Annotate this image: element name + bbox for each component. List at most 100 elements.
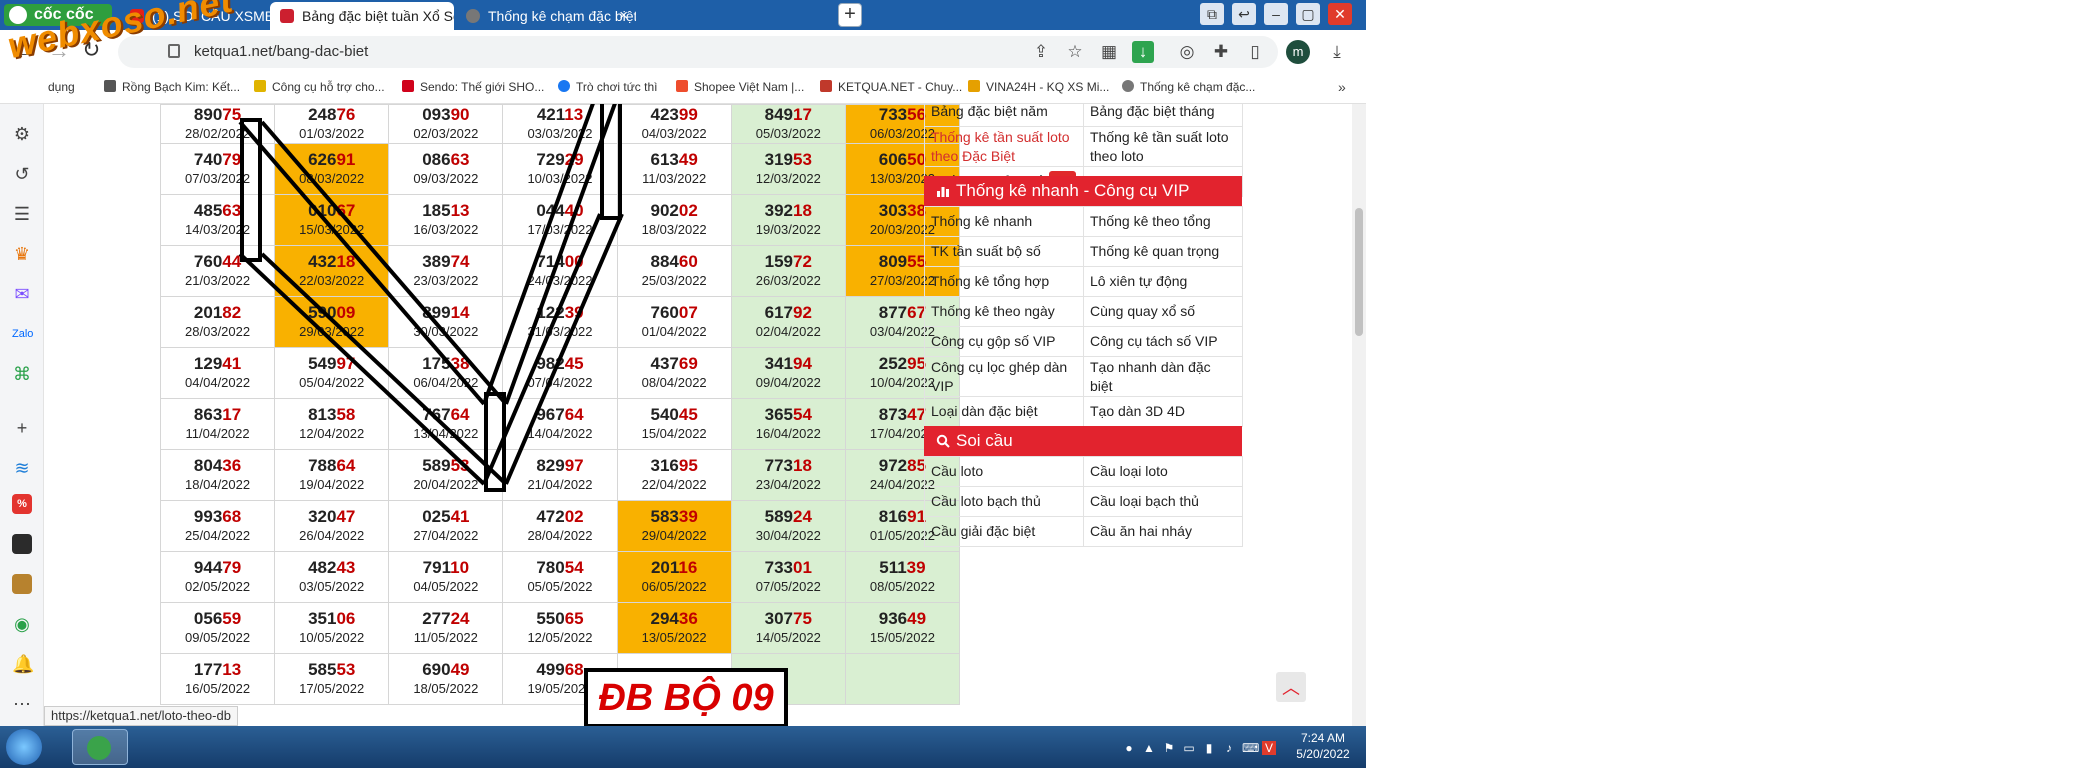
download-green-icon[interactable]: ↓	[1132, 41, 1154, 63]
menu-link[interactable]: Công cụ gộp số VIP	[924, 326, 1084, 357]
sidebar-toggle-icon[interactable]: ▯	[1244, 41, 1266, 63]
coccoc-icon	[87, 736, 111, 760]
url-text[interactable]: ketqua1.net/bang-dac-biet	[194, 43, 368, 60]
taskbar-browser-app[interactable]	[72, 729, 128, 765]
zalo-icon[interactable]: Zalo	[12, 324, 33, 344]
bookmark-item[interactable]: Shopee Việt Nam |...	[676, 80, 804, 94]
overlay-line	[238, 252, 486, 486]
bookmark-favicon-icon	[820, 80, 832, 92]
history-icon[interactable]: ↺	[12, 164, 32, 184]
bookmark-favicon-icon	[676, 80, 688, 92]
messenger-icon[interactable]: ✉	[12, 284, 32, 304]
extension-app-icon[interactable]: ◉	[12, 614, 32, 634]
tab-thong-ke-cham[interactable]: Thống kê chạm đặc biệt ngày ×	[456, 2, 636, 30]
apple-app-icon[interactable]	[12, 534, 32, 554]
menu-link[interactable]: Công cụ lọc ghép dàn VIP	[924, 356, 1084, 397]
notification-bell-icon[interactable]: 🔔	[12, 654, 34, 674]
share-icon[interactable]: ⇪	[1030, 41, 1052, 63]
tray-volume-icon[interactable]: ♪	[1222, 741, 1236, 755]
menu-link[interactable]: Cầu ăn hai nháy	[1083, 516, 1243, 547]
menu-link[interactable]: Công cụ tách số VIP	[1083, 326, 1243, 357]
start-button[interactable]	[6, 729, 42, 765]
menu-link[interactable]: Thống kê quan trọng	[1083, 236, 1243, 267]
game-icon[interactable]: ⌘	[12, 364, 32, 384]
new-tab-button[interactable]: +	[838, 3, 862, 27]
bookmark-star-icon[interactable]: ☆	[1064, 41, 1086, 63]
bar-chart-icon	[937, 187, 949, 197]
menu-link[interactable]: Thống kê theo tổng	[1083, 206, 1243, 237]
more-icon[interactable]: ⋯	[12, 694, 32, 714]
close-window-button[interactable]: ✕	[1328, 3, 1352, 25]
menu-row: Thống kê theo ngày Cùng quay xổ số	[924, 296, 1243, 327]
tab-search-icon[interactable]: ⧉	[1200, 3, 1224, 25]
scroll-to-top-button[interactable]: ︿	[1276, 672, 1306, 702]
menu-link[interactable]: Cùng quay xổ số	[1083, 296, 1243, 327]
avatar[interactable]: m	[1286, 40, 1310, 64]
section-title: Thống kê nhanh - Công cụ VIP	[956, 181, 1190, 200]
menu-link[interactable]: TK tần suất bộ số	[924, 236, 1084, 267]
menu-row: Thống kê nhanh Thống kê theo tổng	[924, 206, 1243, 237]
tray-app-icon[interactable]: ●	[1122, 741, 1136, 755]
chrome-icon[interactable]: ◎	[1176, 41, 1198, 63]
game-app-icon[interactable]	[12, 574, 32, 594]
menu-link[interactable]: Tạo nhanh dàn đặc biệt	[1083, 356, 1243, 397]
menu-link[interactable]: Tạo dàn 3D 4D	[1083, 396, 1243, 427]
bookmark-item[interactable]: Sendo: Thế giới SHO...	[402, 80, 544, 94]
bookmark-item[interactable]: dụng	[48, 80, 75, 94]
tray-chevron-icon[interactable]: ▲	[1142, 741, 1156, 755]
menu-link[interactable]: Lô xiên tự động	[1083, 266, 1243, 297]
menu-row: Thống kê tổng hợp Lô xiên tự động	[924, 266, 1243, 297]
bookmark-item[interactable]: Công cụ hỗ trợ cho...	[254, 80, 385, 94]
tray-network-icon[interactable]: ▮	[1202, 741, 1216, 755]
tray-app-red-icon[interactable]: V	[1262, 741, 1276, 755]
section-title: Soi cầu	[956, 431, 1013, 450]
menu-link[interactable]: Cầu loại loto	[1083, 456, 1243, 487]
bookmark-favicon-icon	[104, 80, 116, 92]
add-icon[interactable]: +	[12, 418, 32, 438]
menu-link[interactable]: Cầu loto bạch thủ	[924, 486, 1084, 517]
bookmarks-overflow-icon[interactable]: »	[1338, 79, 1346, 95]
minimize-button[interactable]: –	[1264, 3, 1288, 25]
promo-app-icon[interactable]: %	[12, 494, 32, 514]
bookmark-item[interactable]: Thống kê chạm đặc...	[1122, 80, 1255, 94]
menu-link[interactable]: Cầu loto	[924, 456, 1084, 487]
menu-link[interactable]: Cầu loại bạch thủ	[1083, 486, 1243, 517]
tray-flag-icon[interactable]: ⚑	[1162, 741, 1176, 755]
bookmark-item[interactable]: KETQUA.NET - Chuy...	[820, 80, 962, 94]
menu-link[interactable]: Thống kê tần suất loto theo Đặc Biệt	[924, 126, 1084, 167]
menu-link[interactable]: Thống kê nhanh	[924, 206, 1084, 237]
tray-battery-icon[interactable]: ▭	[1182, 741, 1196, 755]
back-arrow-icon[interactable]: ↩	[1232, 3, 1256, 25]
menu-row: TK tần suất bộ số Thống kê quan trọng	[924, 236, 1243, 267]
system-clock[interactable]: 7:24 AM 5/20/2022	[1292, 730, 1354, 762]
clock-time: 7:24 AM	[1300, 731, 1346, 745]
section-thong-ke-nhanh-header: Thống kê nhanh - Công cụ VIP	[924, 176, 1242, 206]
tray-keyboard-icon[interactable]: ⌨	[1242, 741, 1259, 755]
maximize-button[interactable]: ▢	[1296, 3, 1320, 25]
soi-cau-links-grid: Cầu loto Cầu loại loto Cầu loto bạch thủ Cầ…	[924, 456, 1243, 547]
puzzle-icon[interactable]: ✚	[1210, 41, 1232, 63]
reading-list-icon[interactable]: ☰	[12, 204, 32, 224]
menu-link[interactable]: Cầu giải đặc biệt	[924, 516, 1084, 547]
close-icon[interactable]: ×	[619, 2, 628, 30]
page-scrollbar[interactable]	[1352, 104, 1366, 726]
wifi-icon[interactable]: ≋	[12, 458, 32, 478]
bookmark-item[interactable]: VINA24H - KQ XS Mi...	[968, 80, 1109, 94]
extension-icon[interactable]: ▦	[1098, 41, 1120, 63]
clock-date: 5/20/2022	[1296, 747, 1350, 761]
bookmark-favicon-icon	[558, 80, 570, 92]
menu-row: Loại dàn đặc biệt Tạo dàn 3D 4D	[924, 396, 1243, 427]
downloads-icon[interactable]: ⤓	[1326, 41, 1348, 63]
menu-link[interactable]: Thống kê theo ngày	[924, 296, 1084, 327]
settings-gear-icon[interactable]: ⚙	[12, 124, 32, 144]
bookmark-item[interactable]: Rồng Bạch Kim: Kết...	[104, 80, 240, 94]
menu-link[interactable]: Bảng đặc biệt năm	[924, 104, 1084, 127]
menu-link[interactable]: Thống kê tổng hợp	[924, 266, 1084, 297]
scrollbar-thumb[interactable]	[1355, 208, 1363, 336]
tab-bang-dac-biet[interactable]: Bảng đặc biệt tuần Xổ Số Tru	[270, 2, 454, 30]
menu-link[interactable]: Bảng đặc biệt tháng	[1083, 104, 1243, 127]
menu-link[interactable]: Thống kê tần suất loto theo loto	[1083, 126, 1243, 167]
menu-link[interactable]: Loại dàn đặc biệt	[924, 396, 1084, 427]
bookmark-item[interactable]: Trò chơi tức thì	[558, 80, 657, 94]
crown-icon[interactable]: ♛	[12, 244, 32, 264]
